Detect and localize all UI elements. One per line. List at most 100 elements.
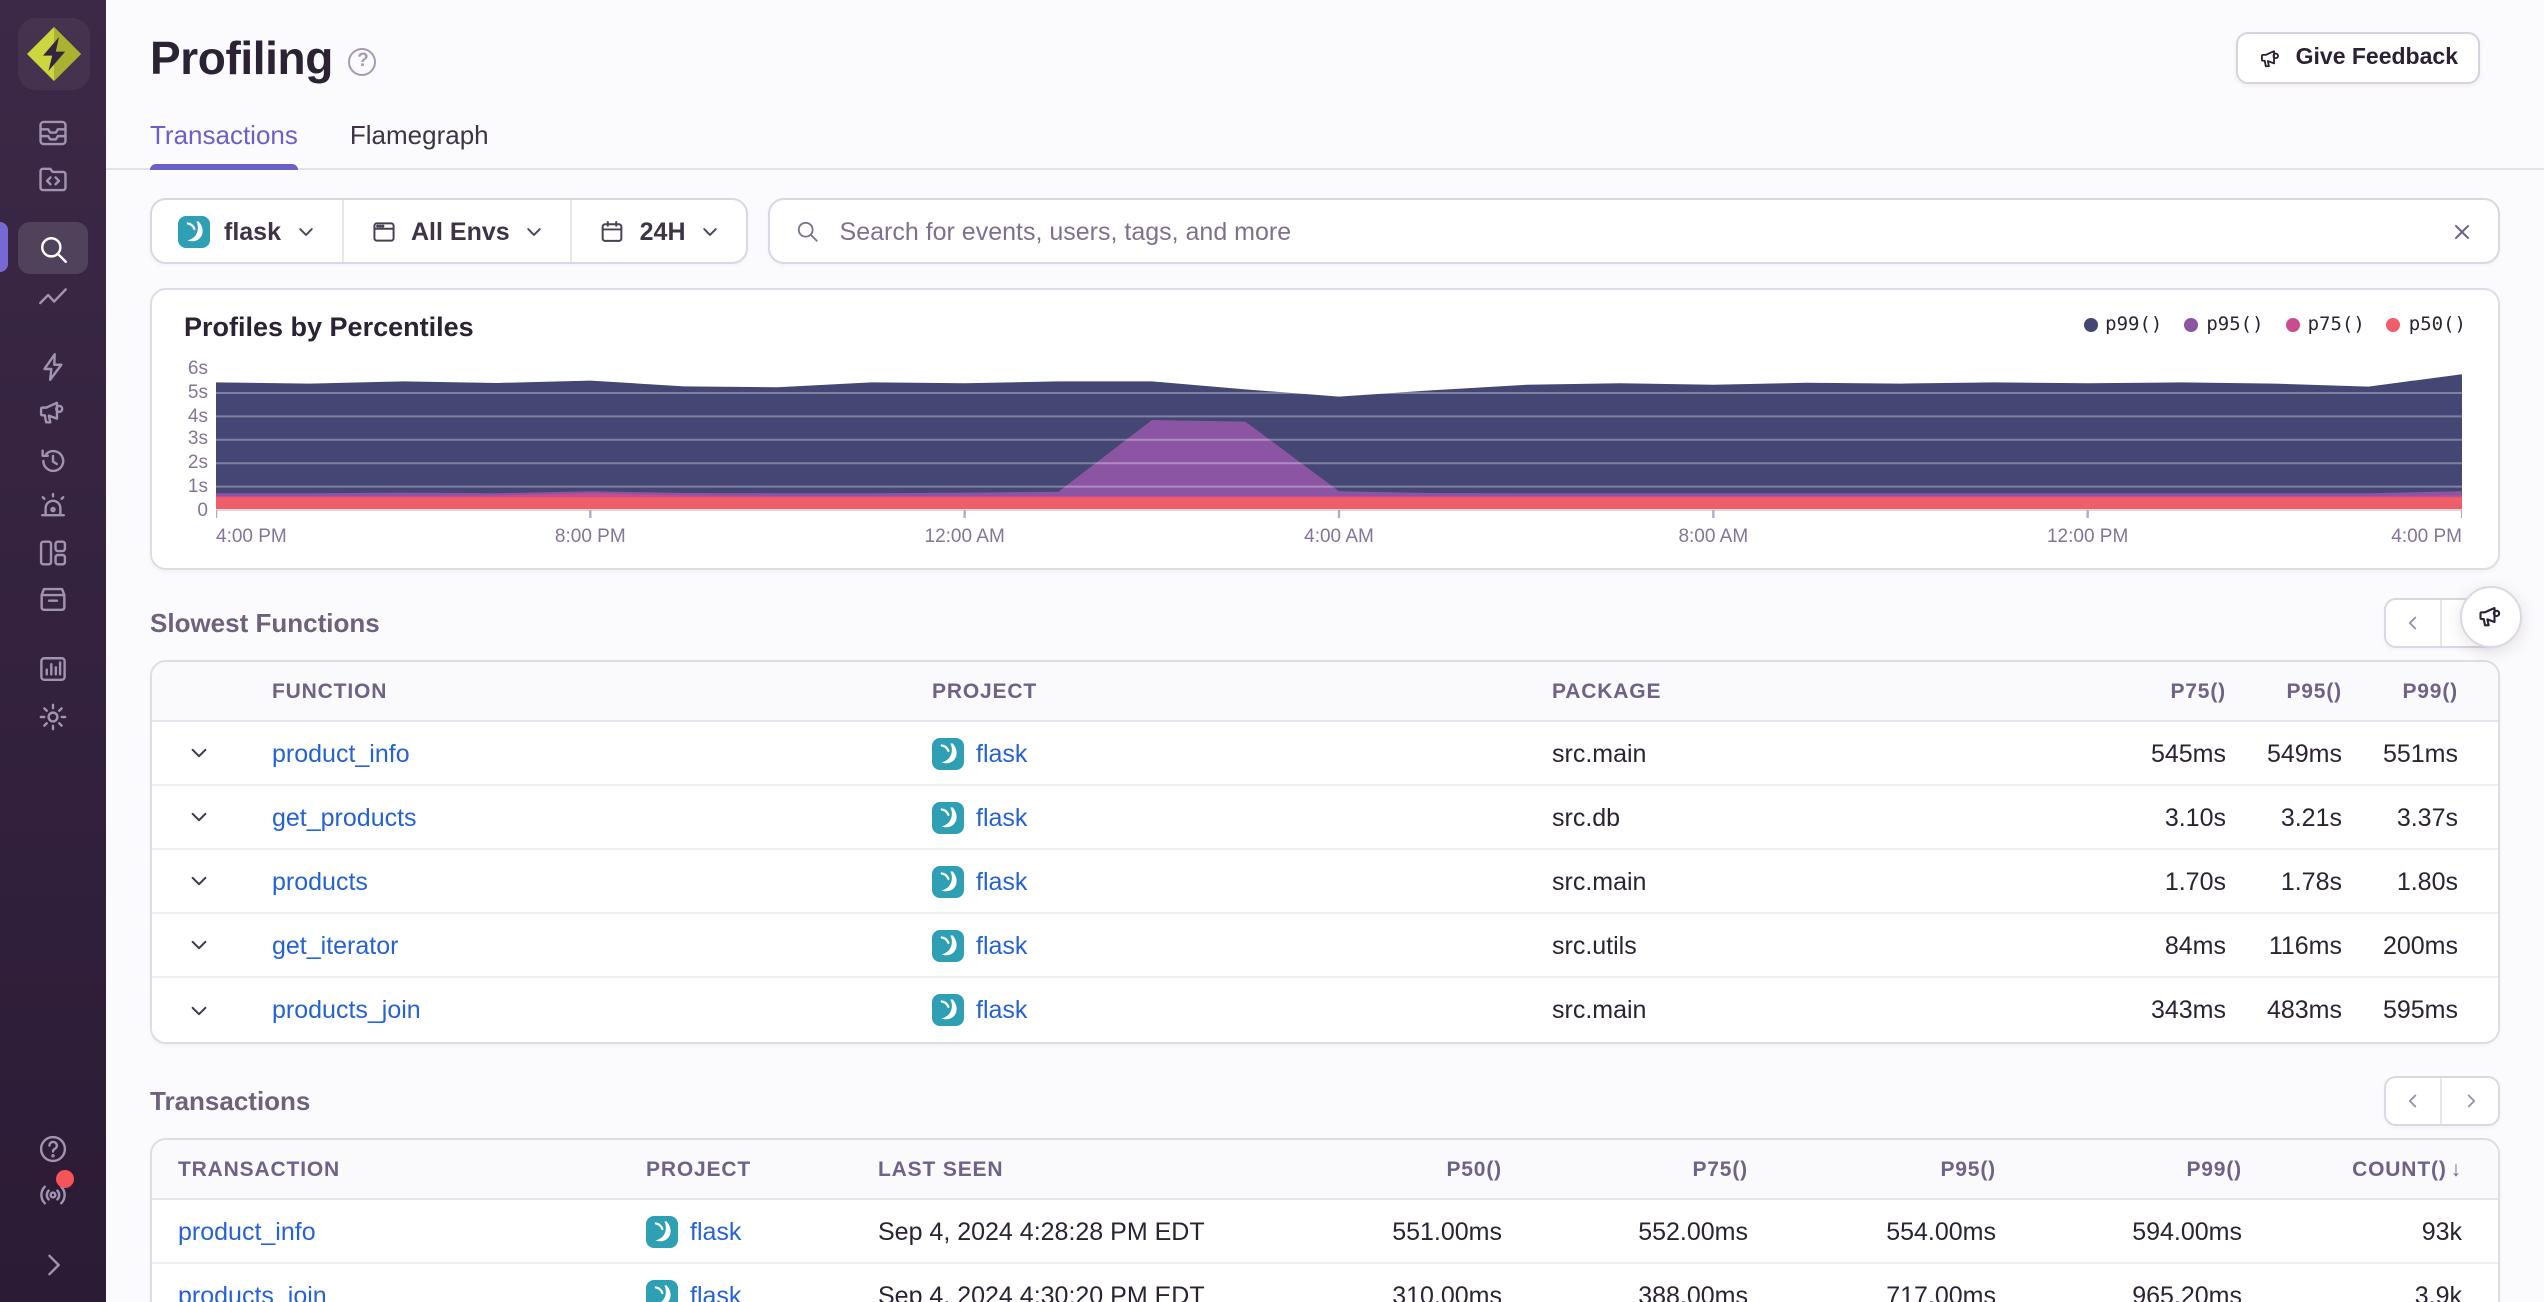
- sidebar-item-stats[interactable]: [18, 642, 88, 694]
- expand-row-button[interactable]: [182, 994, 214, 1026]
- search-bar: [767, 198, 2500, 264]
- alerts-icon: [36, 489, 70, 523]
- function-cell: products_join: [272, 996, 932, 1024]
- sidebar-item-whats-new[interactable]: [18, 1168, 88, 1220]
- chevron-right-icon: [2459, 1090, 2481, 1112]
- function-link[interactable]: product_info: [272, 739, 410, 767]
- help-icon[interactable]: ?: [348, 47, 377, 75]
- project-link[interactable]: flask: [646, 1280, 878, 1302]
- expand-row-button[interactable]: [182, 865, 214, 897]
- transactions-header: Transactions: [150, 1076, 2500, 1126]
- megaphone-icon: [2258, 45, 2284, 71]
- project-cell: flask: [932, 801, 1552, 833]
- project-link[interactable]: flask: [646, 1215, 878, 1247]
- column-header-p50: P50(): [1446, 1157, 1502, 1181]
- sentry-logo[interactable]: [16, 16, 92, 92]
- project-link[interactable]: flask: [932, 737, 1552, 769]
- transaction-link[interactable]: product_info: [178, 1217, 316, 1245]
- column-header-p75: P75(): [1692, 1157, 1748, 1181]
- package-cell: src.main: [1552, 996, 1647, 1024]
- column-header-lastseen: LAST SEEN: [878, 1157, 1004, 1181]
- active-nav-indicator: [0, 222, 7, 272]
- sidebar-item-explore[interactable]: [18, 222, 88, 274]
- percentiles-area-chart[interactable]: [216, 368, 2462, 518]
- expand-row-button[interactable]: [182, 801, 214, 833]
- search-input[interactable]: [835, 215, 2434, 247]
- date-range-filter[interactable]: 24H: [572, 200, 746, 262]
- column-header-p95: P95(): [1940, 1157, 1996, 1181]
- sidebar-item-boost[interactable]: [18, 340, 88, 392]
- sidebar-item-issues[interactable]: [18, 106, 88, 158]
- table-row: products_join flask Sep 4, 2024 4:30:20 PM…: [152, 1264, 2498, 1302]
- settings-icon: [36, 699, 70, 733]
- expander-cell: [152, 994, 272, 1026]
- environment-filter[interactable]: All Envs: [343, 200, 572, 262]
- project-link[interactable]: flask: [932, 801, 1552, 833]
- x-axis-tick-label: 12:00 PM: [2046, 526, 2129, 548]
- legend-dot: [2386, 318, 2401, 332]
- legend-item-p99[interactable]: p99(): [2083, 314, 2162, 336]
- sidebar: [0, 0, 106, 1302]
- give-feedback-button[interactable]: Give Feedback: [2235, 32, 2480, 84]
- sidebar-item-replays[interactable]: [18, 434, 88, 486]
- project-name: flask: [976, 867, 1028, 895]
- p75-cell: 343ms: [2150, 996, 2226, 1024]
- expand-row-button[interactable]: [182, 929, 214, 961]
- environment-filter-value: All Envs: [411, 217, 510, 245]
- project-link[interactable]: flask: [932, 929, 1552, 961]
- p95-cell: 549ms: [2266, 739, 2342, 767]
- flask-project-icon: [932, 801, 964, 833]
- project-name: flask: [976, 739, 1028, 767]
- function-link[interactable]: products_join: [272, 996, 421, 1024]
- slowest-functions-table: FUNCTION PROJECT PACKAGE P75() P95() P99() pr…: [150, 660, 2500, 1044]
- sidebar-item-collapse[interactable]: [18, 1238, 88, 1290]
- sidebar-item-settings[interactable]: [18, 690, 88, 742]
- p75-cell: 388.00ms: [1638, 1282, 1748, 1302]
- function-cell: products: [272, 867, 932, 895]
- x-axis-tick-label: 8:00 AM: [1678, 526, 1749, 548]
- sidebar-item-traces[interactable]: [18, 272, 88, 324]
- tab-flamegraph[interactable]: Flamegraph: [350, 120, 489, 168]
- function-link[interactable]: products: [272, 867, 368, 895]
- feedback-fab-button[interactable]: [2460, 586, 2522, 648]
- function-link[interactable]: get_products: [272, 803, 417, 831]
- project-filter[interactable]: flask: [152, 200, 343, 262]
- transactions-table: TRANSACTION PROJECT LAST SEEN P50() P75() P95…: [150, 1138, 2500, 1302]
- chevron-down-icon: [187, 870, 209, 892]
- collapse-icon: [36, 1247, 70, 1281]
- transaction-link[interactable]: products_join: [178, 1282, 327, 1302]
- notification-badge: [56, 1169, 74, 1187]
- p95-cell: 1.78s: [2280, 867, 2342, 895]
- legend-item-p75[interactable]: p75(): [2285, 314, 2365, 336]
- previous-page-button[interactable]: [2386, 1078, 2442, 1124]
- sidebar-item-help[interactable]: [18, 1122, 88, 1174]
- sidebar-item-projects[interactable]: [18, 152, 88, 204]
- count-cell: 93k: [2421, 1217, 2462, 1245]
- sidebar-item-feedback[interactable]: [18, 386, 88, 438]
- column-header-count[interactable]: COUNT() ↓: [2242, 1157, 2462, 1181]
- table-header-row: TRANSACTION PROJECT LAST SEEN P50() P75() P95…: [152, 1140, 2498, 1200]
- chevron-down-icon: [187, 742, 209, 764]
- chart-plot-area[interactable]: 6s 5s 4s 3s 2s 1s 0: [188, 359, 2462, 521]
- search-clear-button[interactable]: [2450, 219, 2474, 243]
- x-axis-tick-label: 4:00 PM: [2391, 526, 2462, 548]
- next-page-button[interactable]: [2442, 1078, 2498, 1124]
- transactions-pagination: [2384, 1076, 2500, 1126]
- y-axis-tick-label: 2s: [187, 452, 208, 475]
- expander-cell: [152, 737, 272, 769]
- project-link[interactable]: flask: [932, 865, 1552, 897]
- column-header-project: PROJECT: [932, 679, 1038, 703]
- legend-item-p50[interactable]: p50(): [2386, 314, 2466, 336]
- sidebar-item-alerts[interactable]: [18, 480, 88, 532]
- tab-transactions[interactable]: Transactions: [150, 120, 298, 170]
- column-header-p95: P95(): [2286, 679, 2342, 703]
- sidebar-item-dashboards[interactable]: [18, 526, 88, 578]
- previous-page-button[interactable]: [2386, 600, 2442, 646]
- megaphone-icon: [2476, 602, 2506, 632]
- package-cell: src.utils: [1552, 931, 1637, 959]
- legend-item-p95[interactable]: p95(): [2184, 314, 2264, 336]
- sidebar-item-releases[interactable]: [18, 572, 88, 624]
- project-link[interactable]: flask: [932, 994, 1552, 1026]
- function-link[interactable]: get_iterator: [272, 931, 398, 959]
- expand-row-button[interactable]: [182, 737, 214, 769]
